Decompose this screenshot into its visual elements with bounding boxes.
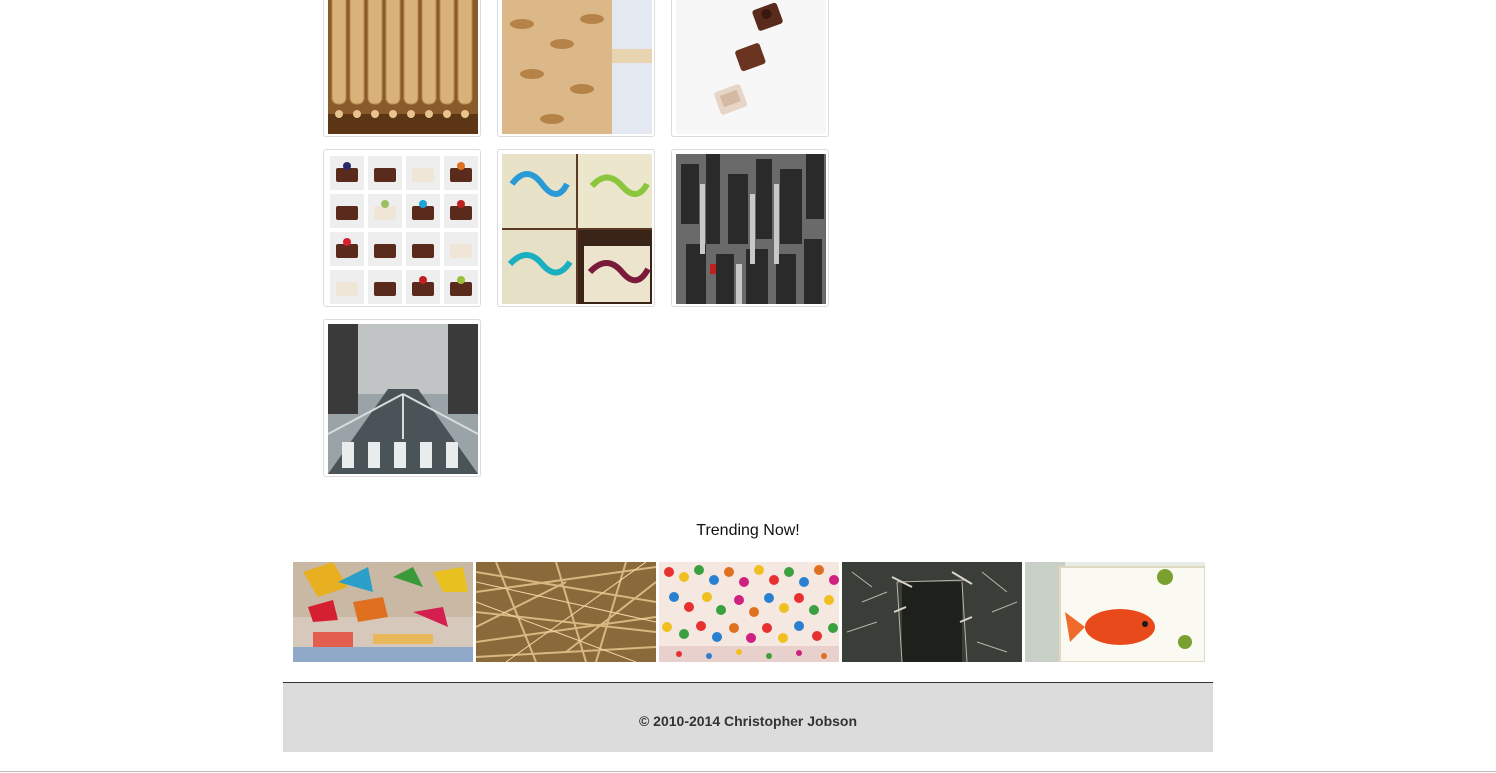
trending-item-dot-room[interactable] — [659, 562, 839, 662]
trending-item-branch-doorway[interactable] — [842, 562, 1022, 662]
chocolate-grid-image — [328, 154, 478, 304]
trending-item-wooden-sticks[interactable] — [476, 562, 656, 662]
rolling-pins-image — [328, 0, 478, 134]
gallery-thumb-city-street[interactable] — [323, 319, 481, 477]
city-aerial-image — [676, 154, 826, 304]
gallery-thumb-calligraphy[interactable] — [497, 149, 655, 307]
page: Trending Now! © 2010-2014 Christopher Jo… — [0, 0, 1496, 773]
mustache-rolling-pin-image — [502, 0, 652, 134]
chocolate-blocks-image — [676, 0, 826, 134]
gallery-thumb-mustache-pin[interactable] — [497, 0, 655, 137]
page-bottom-divider — [0, 771, 1496, 772]
gallery-thumb-city-aerial[interactable] — [671, 149, 829, 307]
gallery-thumb-rolling-pins[interactable] — [323, 0, 481, 137]
gallery-thumb-chocolate-grid[interactable] — [323, 149, 481, 307]
trending-title: Trending Now! — [696, 522, 800, 539]
trending-item-resin-goldfish[interactable] — [1025, 562, 1205, 662]
footer: © 2010-2014 Christopher Jobson — [283, 682, 1213, 752]
gallery-thumb-chocolate-blocks[interactable] — [671, 0, 829, 137]
copyright-text: © 2010-2014 Christopher Jobson — [638, 713, 858, 729]
calligraphy-image — [502, 154, 652, 304]
city-street-image — [328, 324, 478, 474]
trending-item-hanging-installation[interactable] — [293, 562, 473, 662]
